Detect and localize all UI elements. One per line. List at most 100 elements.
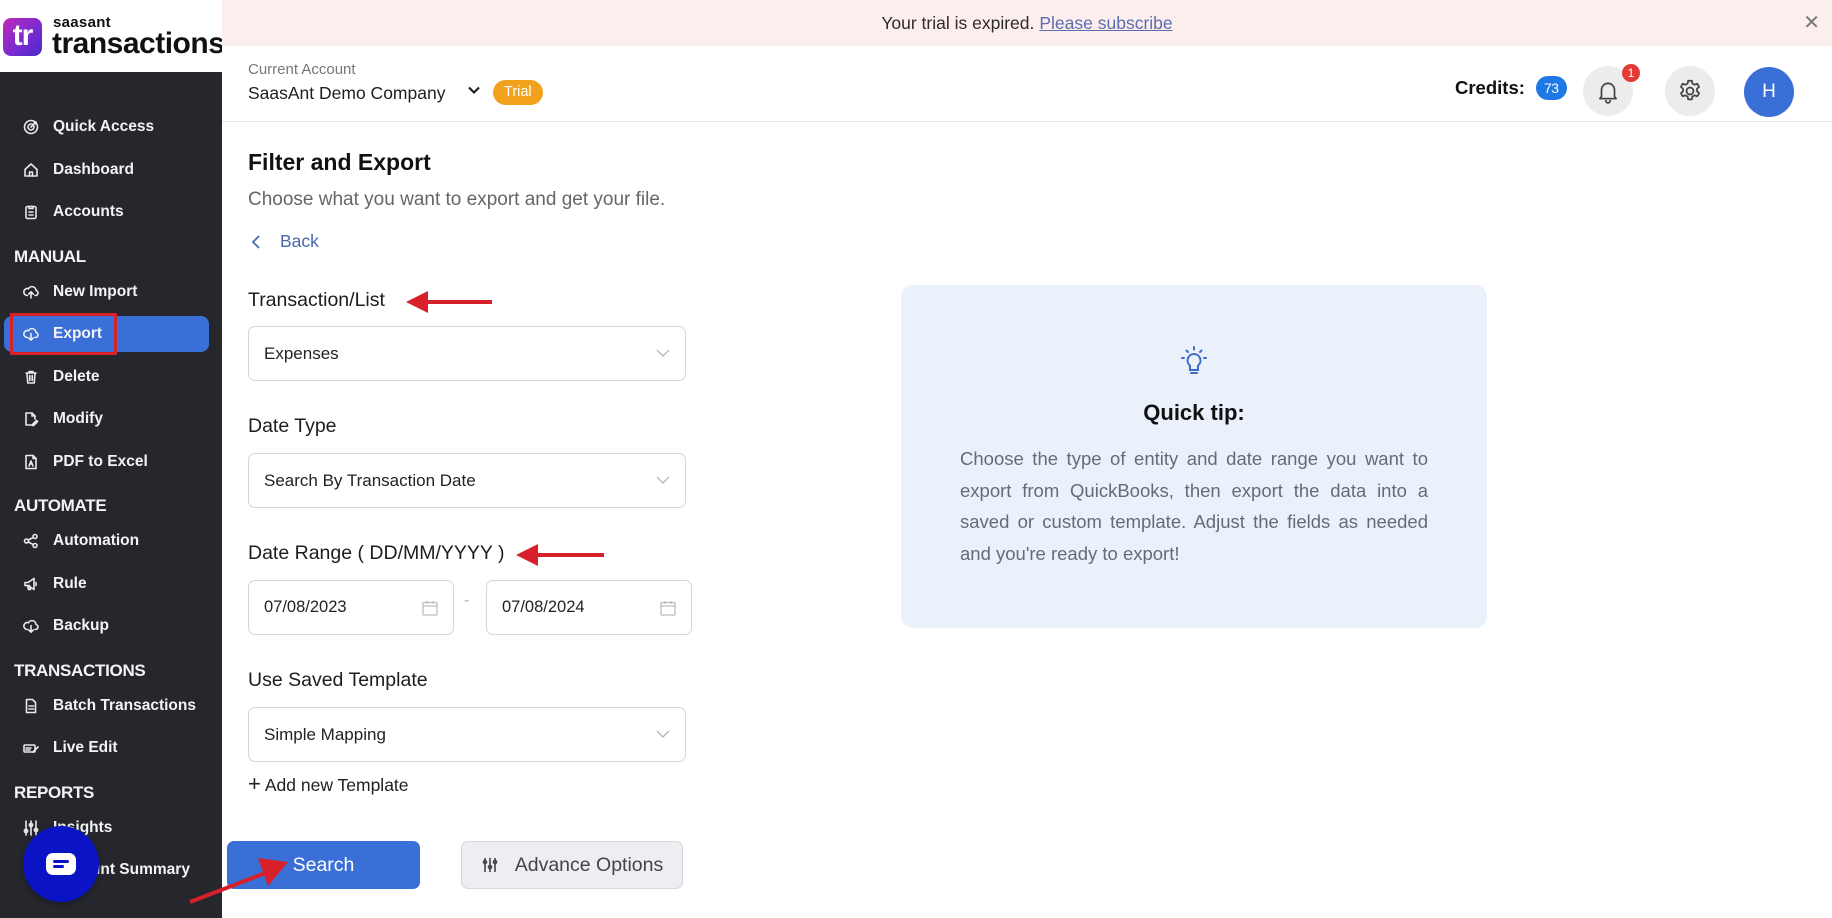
logo-mark: tr xyxy=(3,18,42,56)
cloud-upload-icon xyxy=(23,284,39,300)
settings-button[interactable] xyxy=(1665,66,1715,116)
sidebar-item-label: Live Edit xyxy=(53,739,118,756)
pencil-lines-icon xyxy=(23,740,39,756)
date-type-select[interactable]: Search By Transaction Date xyxy=(248,453,686,508)
sidebar-item-label: Delete xyxy=(53,368,100,385)
chevron-down-icon[interactable] xyxy=(466,82,486,102)
sidebar-item-accounts[interactable]: Accounts xyxy=(4,194,209,230)
search-button[interactable]: Search xyxy=(227,841,420,889)
template-label: Use Saved Template xyxy=(248,669,428,691)
chevron-down-icon xyxy=(655,726,671,742)
gear-icon xyxy=(1680,79,1700,101)
template-select[interactable]: Simple Mapping xyxy=(248,707,686,762)
date-to-input[interactable]: 07/08/2024 xyxy=(486,580,692,635)
pdf-file-icon xyxy=(23,454,39,470)
quick-tip-title: Quick tip: xyxy=(1143,400,1245,425)
chat-icon xyxy=(46,853,76,875)
bell-icon xyxy=(1599,82,1617,104)
home-icon xyxy=(23,162,39,178)
sidebar-item-live-edit[interactable]: Live Edit xyxy=(4,730,209,766)
transaction-list-label: Transaction/List xyxy=(248,289,385,311)
chat-button[interactable] xyxy=(23,826,99,902)
share-nodes-icon xyxy=(23,533,39,549)
annotation-arrow xyxy=(516,544,604,566)
add-template-label: Add new Template xyxy=(264,775,409,795)
date-type-label: Date Type xyxy=(248,415,337,437)
transaction-list-value: Expenses xyxy=(264,343,339,363)
section-title-automate: AUTOMATE xyxy=(14,496,107,515)
avatar[interactable]: H xyxy=(1744,67,1794,117)
sidebar-item-label: Quick Access xyxy=(53,118,155,135)
cloud-download-icon xyxy=(23,618,39,634)
sidebar-item-export[interactable]: Export xyxy=(4,316,209,352)
account-selector[interactable]: SaasAnt Demo Company xyxy=(248,83,445,104)
sidebar-item-automation[interactable]: Automation xyxy=(4,523,209,559)
calendar-icon[interactable] xyxy=(659,599,677,617)
trial-banner: Your trial is expired. Please subscribe … xyxy=(222,0,1832,46)
sidebar-item-new-import[interactable]: New Import xyxy=(4,274,209,310)
credits-label: Credits: xyxy=(1455,77,1525,98)
add-template-button[interactable]: + Add new Template xyxy=(248,771,409,797)
sidebar-item-batch-transactions[interactable]: Batch Transactions xyxy=(4,688,209,724)
target-icon xyxy=(23,119,39,135)
sidebar-item-modify[interactable]: Modify xyxy=(4,401,209,437)
sidebar-item-label: Modify xyxy=(53,410,103,427)
sidebar-item-label: Batch Transactions xyxy=(53,697,196,714)
date-from-value: 07/08/2023 xyxy=(264,598,347,616)
sidebar: tr saasant transactions Quick Access Das… xyxy=(0,0,225,918)
sidebar-item-label: Dashboard xyxy=(53,161,134,178)
trial-badge: Trial xyxy=(493,80,543,105)
advance-options-button[interactable]: Advance Options xyxy=(461,841,683,889)
logo-brand-big: transactions xyxy=(52,27,225,60)
sidebar-item-delete[interactable]: Delete xyxy=(4,359,209,395)
cloud-download-icon xyxy=(23,326,39,342)
sliders-icon xyxy=(482,858,498,872)
date-range-label: Date Range ( DD/MM/YYYY ) xyxy=(248,542,505,564)
sidebar-item-label: Rule xyxy=(53,575,87,592)
template-value: Simple Mapping xyxy=(264,724,386,744)
document-icon xyxy=(23,698,39,714)
close-icon[interactable]: ✕ xyxy=(1803,13,1820,33)
sidebar-item-dashboard[interactable]: Dashboard xyxy=(4,152,209,188)
sidebar-item-quick-access[interactable]: Quick Access xyxy=(4,109,209,145)
calendar-icon[interactable] xyxy=(421,599,439,617)
section-title-manual: MANUAL xyxy=(14,247,86,266)
file-edit-icon xyxy=(23,411,39,427)
sidebar-item-label: PDF to Excel xyxy=(53,453,148,470)
sidebar-item-backup[interactable]: Backup xyxy=(4,608,209,644)
plus-icon: + xyxy=(248,771,261,796)
trash-icon xyxy=(23,369,39,385)
page-title: Filter and Export xyxy=(248,149,431,175)
chevron-down-icon xyxy=(655,472,671,488)
quick-tip-text: Choose the type of entity and date range… xyxy=(960,448,1428,564)
logo[interactable]: tr saasant transactions xyxy=(0,0,225,72)
back-button[interactable]: Back xyxy=(250,231,319,252)
transaction-list-select[interactable]: Expenses xyxy=(248,326,686,381)
credits-badge: 73 xyxy=(1536,76,1567,100)
subscribe-link[interactable]: Please subscribe xyxy=(1039,13,1172,34)
sidebar-item-rule[interactable]: Rule xyxy=(4,566,209,602)
back-label: Back xyxy=(280,231,319,251)
sidebar-item-label: Export xyxy=(53,325,103,342)
top-header: Current Account SaasAnt Demo Company Tri… xyxy=(222,46,1832,122)
sidebar-item-label: Accounts xyxy=(53,203,124,220)
section-title-reports: REPORTS xyxy=(14,783,95,802)
date-type-value: Search By Transaction Date xyxy=(264,470,476,490)
sidebar-item-label: Automation xyxy=(53,532,140,549)
advance-options-label: Advance Options xyxy=(514,853,664,876)
date-to-value: 07/08/2024 xyxy=(502,598,585,616)
chevron-left-icon xyxy=(251,234,260,249)
section-title-transactions: TRANSACTIONS xyxy=(14,661,146,680)
sidebar-item-label: Backup xyxy=(53,617,109,634)
clipboard-icon xyxy=(23,204,39,220)
annotation-arrow xyxy=(406,291,492,313)
date-from-input[interactable]: 07/08/2023 xyxy=(248,580,454,635)
lightbulb-icon xyxy=(1178,345,1210,379)
page-subtitle: Choose what you want to export and get y… xyxy=(248,189,666,210)
sidebar-item-pdf-to-excel[interactable]: PDF to Excel xyxy=(4,444,209,480)
notification-count-badge: 1 xyxy=(1622,64,1640,82)
sidebar-item-label: New Import xyxy=(53,283,138,300)
banner-message: Your trial is expired. xyxy=(881,12,1035,33)
quick-tip-card: Quick tip: Choose the type of entity and… xyxy=(901,285,1487,628)
date-range-separator: - xyxy=(464,592,470,609)
